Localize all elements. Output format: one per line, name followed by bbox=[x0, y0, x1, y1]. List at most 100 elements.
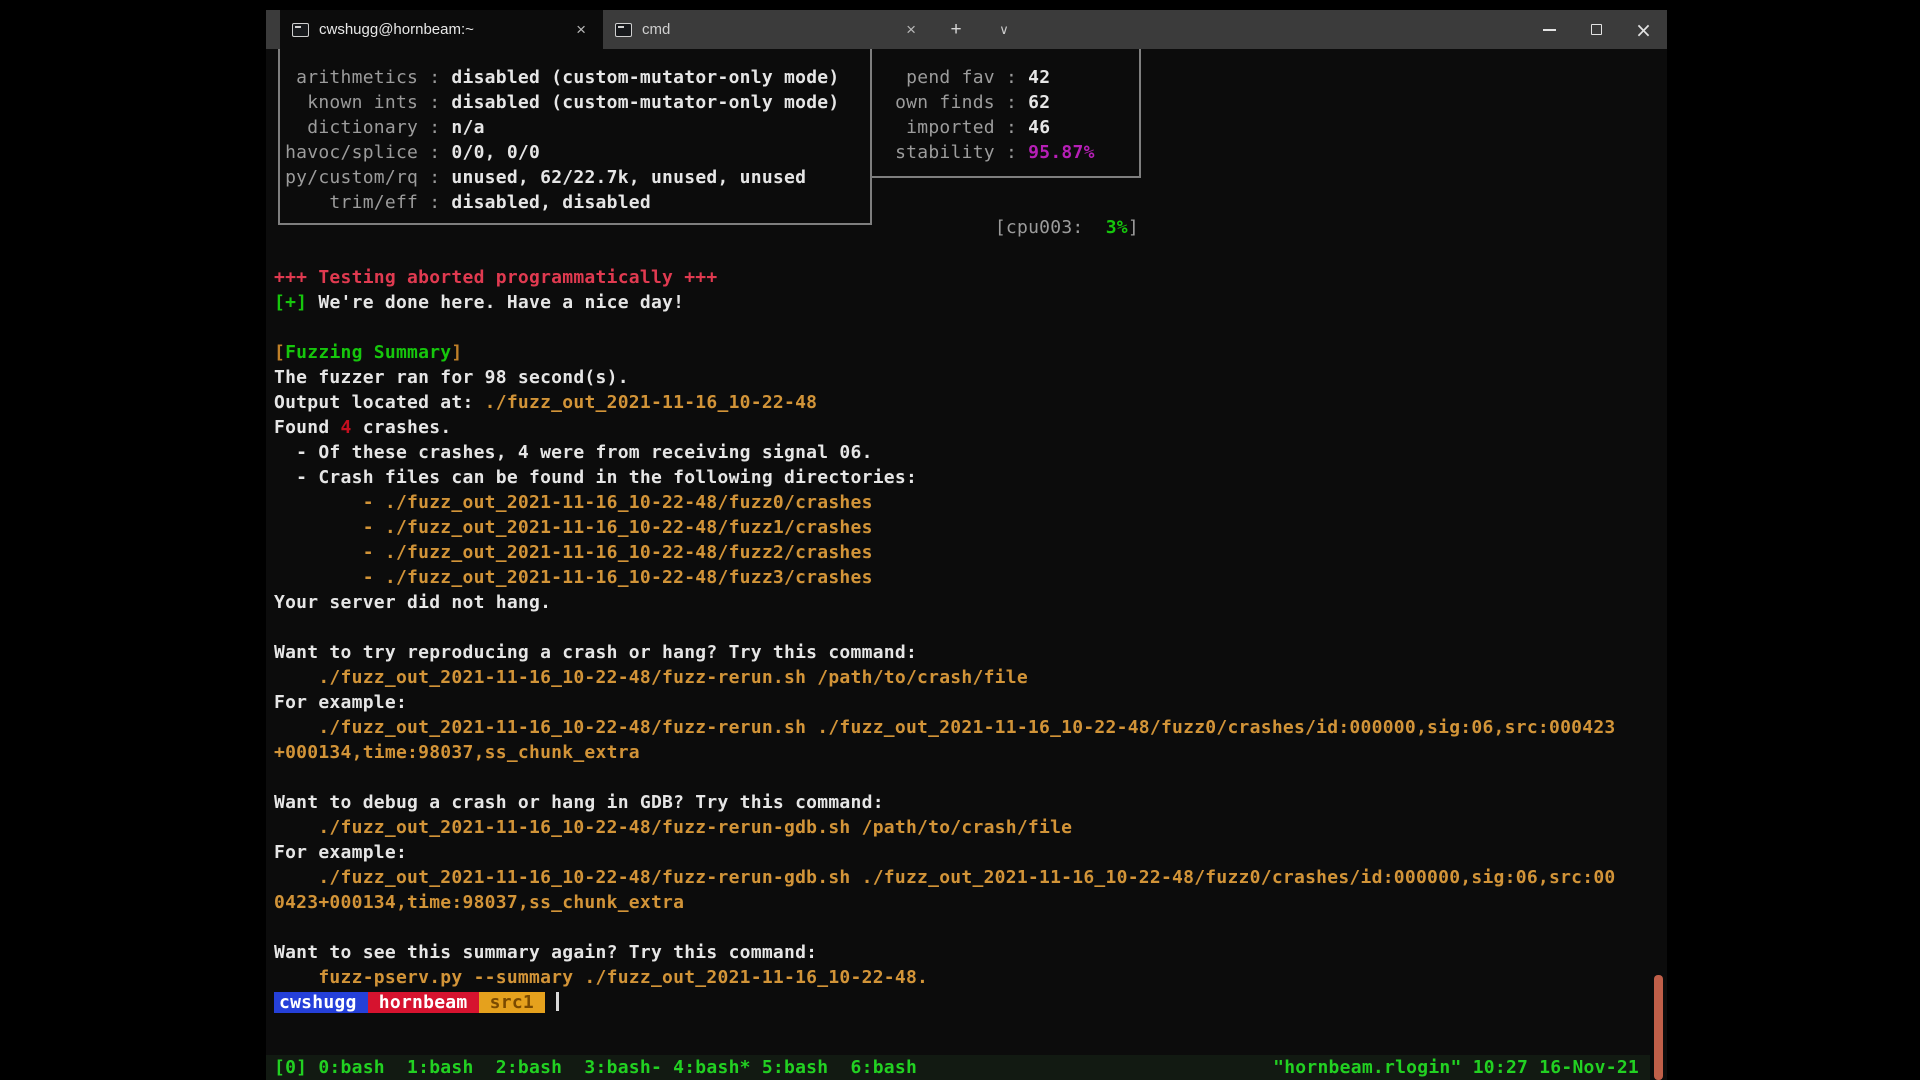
scrollbar-track[interactable] bbox=[1650, 49, 1667, 1080]
tab-title: cwshugg@hornbeam:~ bbox=[319, 21, 474, 38]
terminal-line: 0423+000134,time:98037,ss_chunk_extra bbox=[274, 890, 1616, 915]
text-segment: - ./fuzz_out_2021-11-16_10-22-48/fuzz2/c… bbox=[274, 542, 873, 563]
text-segment: : bbox=[995, 67, 1028, 88]
afl-stat-row: havoc/splice : 0/0, 0/0 bbox=[274, 140, 839, 165]
text-segment: +++ Testing aborted programmatically +++ bbox=[274, 267, 717, 288]
terminal-line: - Of these crashes, 4 were from receivin… bbox=[274, 440, 1616, 465]
text-segment: : bbox=[995, 142, 1028, 163]
terminal-line bbox=[274, 915, 1616, 940]
terminal-line: fuzz-pserv.py --summary ./fuzz_out_2021-… bbox=[274, 965, 1616, 990]
afl-panel-right-border bbox=[1139, 49, 1141, 178]
text-segment: : bbox=[995, 92, 1028, 113]
cpu-gap bbox=[1084, 217, 1106, 238]
terminal-line: Output located at: ./fuzz_out_2021-11-16… bbox=[274, 390, 1616, 415]
cpu-label: [cpu003: bbox=[995, 217, 1084, 238]
text-segment: crashes. bbox=[352, 417, 452, 438]
text-segment: ./fuzz_out_2021-11-16_10-22-48/fuzz-reru… bbox=[274, 817, 1072, 838]
afl-stat-row: trim/eff : disabled, disabled bbox=[274, 190, 839, 215]
text-segment: For example: bbox=[274, 842, 407, 863]
terminal-line: ./fuzz_out_2021-11-16_10-22-48/fuzz-reru… bbox=[274, 715, 1616, 740]
terminal-line: +++ Testing aborted programmatically +++ bbox=[274, 265, 1616, 290]
text-segment: 62 bbox=[1028, 92, 1050, 113]
terminal-line: Found 4 crashes. bbox=[274, 415, 1616, 440]
terminal-line: For example: bbox=[274, 690, 1616, 715]
text-segment: dictionary bbox=[274, 117, 418, 138]
text-segment: fuzz-pserv.py --summary ./fuzz_out_2021-… bbox=[274, 967, 928, 988]
text-segment: known ints bbox=[274, 92, 418, 113]
text-segment: We're done here. Have a nice day! bbox=[307, 292, 684, 313]
text-segment: Your server did not hang. bbox=[274, 592, 551, 613]
text-segment: : bbox=[418, 117, 451, 138]
text-segment: - ./fuzz_out_2021-11-16_10-22-48/fuzz0/c… bbox=[274, 492, 873, 513]
tab-title: cmd bbox=[642, 21, 670, 38]
text-segment: n/a bbox=[451, 117, 484, 138]
afl-stat-row: pend fav : 42 bbox=[884, 65, 1095, 90]
text-segment: : bbox=[418, 142, 451, 163]
text-segment: : bbox=[418, 67, 451, 88]
text-segment: The fuzzer ran for 98 second(s). bbox=[274, 367, 629, 388]
text-segment: Found bbox=[274, 417, 341, 438]
console-icon bbox=[292, 23, 309, 37]
text-segment: disabled, disabled bbox=[451, 192, 651, 213]
prompt-segment: src1 bbox=[479, 992, 546, 1013]
text-segment: - ./fuzz_out_2021-11-16_10-22-48/fuzz1/c… bbox=[274, 517, 873, 538]
new-tab-button[interactable]: + bbox=[939, 10, 973, 49]
text-segment: - Of these crashes, 4 were from receivin… bbox=[274, 442, 873, 463]
text-segment: 0/0, 0/0 bbox=[451, 142, 540, 163]
text-segment: ./fuzz_out_2021-11-16_10-22-48/fuzz-reru… bbox=[274, 717, 1616, 738]
prompt-segment: hornbeam bbox=[368, 992, 479, 1013]
terminal-line: [+] We're done here. Have a nice day! bbox=[274, 290, 1616, 315]
text-segment: For example: bbox=[274, 692, 407, 713]
desktop: cwshugg@hornbeam:~ × cmd × + ∨ × arithme… bbox=[0, 0, 1920, 1080]
text-segment: ] bbox=[451, 342, 462, 363]
afl-stat-row: own finds : 62 bbox=[884, 90, 1095, 115]
text-segment: [ bbox=[274, 342, 285, 363]
minimize-icon bbox=[1543, 29, 1556, 31]
minimize-button[interactable] bbox=[1526, 10, 1573, 49]
tmux-status-bar: [0] 0:bash 1:bash 2:bash 3:bash- 4:bash*… bbox=[266, 1055, 1667, 1080]
text-segment: : bbox=[418, 92, 451, 113]
text-segment: imported bbox=[884, 117, 995, 138]
text-segment: 95.87% bbox=[1028, 142, 1095, 163]
tab-close-icon[interactable]: × bbox=[901, 20, 921, 39]
terminal-line: ./fuzz_out_2021-11-16_10-22-48/fuzz-reru… bbox=[274, 865, 1616, 890]
afl-path-geometry-panel: pend fav : 42 own finds : 62 imported : … bbox=[884, 65, 1095, 165]
text-segment: 42 bbox=[1028, 67, 1050, 88]
titlebar-drag-area bbox=[1021, 10, 1526, 49]
close-button[interactable]: × bbox=[1620, 10, 1667, 49]
terminal-line: Your server did not hang. bbox=[274, 590, 1616, 615]
text-segment: Fuzzing Summary bbox=[285, 342, 451, 363]
text-segment: 0423+000134,time:98037,ss_chunk_extra bbox=[274, 892, 684, 913]
terminal-line: ./fuzz_out_2021-11-16_10-22-48/fuzz-reru… bbox=[274, 665, 1616, 690]
terminal-window: cwshugg@hornbeam:~ × cmd × + ∨ × arithme… bbox=[266, 10, 1667, 1080]
afl-left-panel-bottom-border bbox=[278, 223, 872, 225]
terminal-line: [Fuzzing Summary] bbox=[274, 340, 1616, 365]
tab-strip: cwshugg@hornbeam:~ × cmd × + ∨ × bbox=[266, 10, 1667, 49]
terminal-line: The fuzzer ran for 98 second(s). bbox=[274, 365, 1616, 390]
terminal-line: Want to try reproducing a crash or hang?… bbox=[274, 640, 1616, 665]
text-segment: ./fuzz_out_2021-11-16_10-22-48/fuzz-reru… bbox=[274, 667, 1028, 688]
terminal-line: ./fuzz_out_2021-11-16_10-22-48/fuzz-reru… bbox=[274, 815, 1616, 840]
tab-dropdown-icon[interactable]: ∨ bbox=[987, 10, 1021, 49]
text-segment: ./fuzz_out_2021-11-16_10-22-48 bbox=[485, 392, 818, 413]
afl-stat-row: stability : 95.87% bbox=[884, 140, 1095, 165]
terminal-line bbox=[274, 315, 1616, 340]
tab-cmd[interactable]: cmd × bbox=[603, 10, 933, 49]
tab-cwshugg-hornbeam[interactable]: cwshugg@hornbeam:~ × bbox=[280, 10, 603, 49]
terminal-line: - ./fuzz_out_2021-11-16_10-22-48/fuzz3/c… bbox=[274, 565, 1616, 590]
afl-stat-row: dictionary : n/a bbox=[274, 115, 839, 140]
terminal-line bbox=[274, 615, 1616, 640]
text-segment: ./fuzz_out_2021-11-16_10-22-48/fuzz-reru… bbox=[274, 867, 1616, 888]
afl-stat-row: py/custom/rq : unused, 62/22.7k, unused,… bbox=[274, 165, 839, 190]
tab-close-icon[interactable]: × bbox=[571, 20, 591, 39]
text-segment: havoc/splice bbox=[274, 142, 418, 163]
text-segment: : bbox=[995, 117, 1028, 138]
cpu-value: 3% bbox=[1106, 217, 1128, 238]
scrollbar-thumb[interactable] bbox=[1654, 975, 1663, 1080]
maximize-icon bbox=[1591, 24, 1602, 35]
tmux-window-list: [0] 0:bash 1:bash 2:bash 3:bash- 4:bash*… bbox=[274, 1055, 917, 1080]
text-segment: Want to debug a crash or hang in GDB? Tr… bbox=[274, 792, 884, 813]
text-segment: disabled (custom-mutator-only mode) bbox=[451, 67, 839, 88]
maximize-button[interactable] bbox=[1573, 10, 1620, 49]
text-segment: [+] bbox=[274, 292, 307, 313]
